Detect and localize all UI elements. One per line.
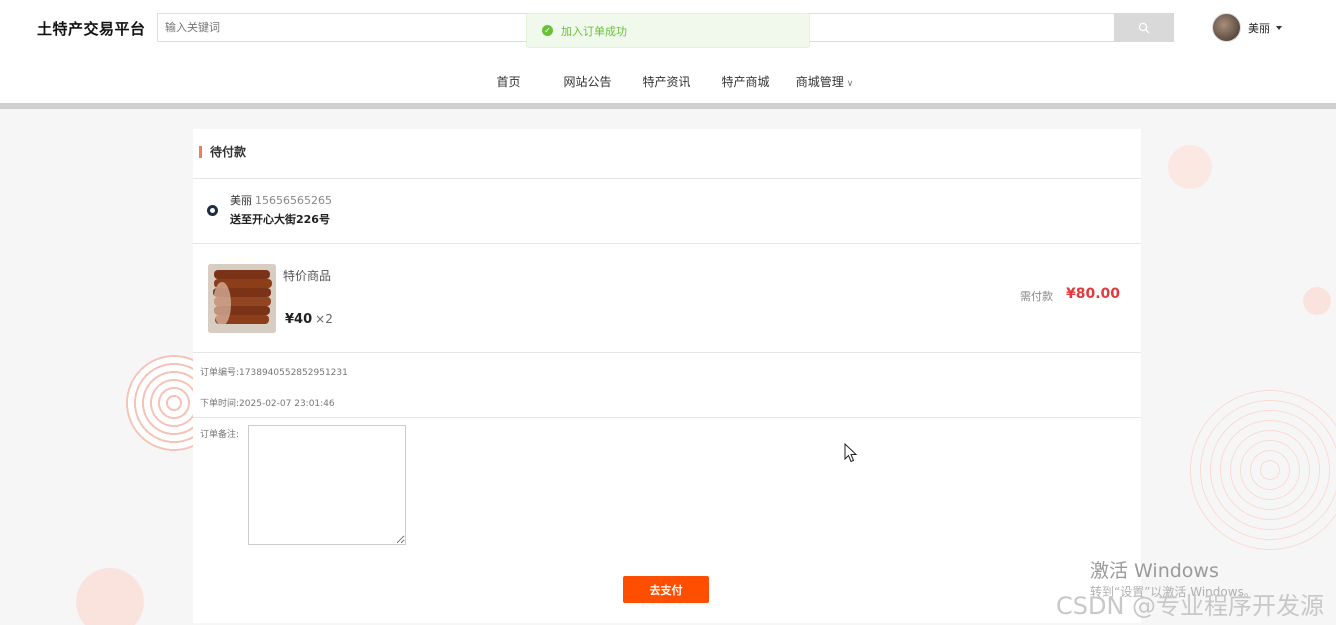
user-name[interactable]: 美丽 — [1248, 20, 1270, 36]
avatar[interactable] — [1212, 13, 1241, 42]
product-image[interactable] — [208, 264, 276, 333]
order-time: 下单时间:2025-02-07 23:01:46 — [200, 396, 335, 409]
mouse-cursor-icon — [844, 443, 858, 463]
order-status-title: 待付款 — [199, 146, 246, 158]
pay-amount: ¥80.00 — [1066, 286, 1121, 302]
order-card: 待付款 美丽 15656565265 送至开心大街226号 特价商品 ¥40 ×2 … — [193, 129, 1141, 623]
user-menu[interactable]: 美丽 — [1212, 13, 1282, 42]
order-time-label: 下单时间: — [200, 399, 240, 409]
caret-down-icon[interactable] — [1276, 25, 1282, 30]
nav-item-label: 网站公告 — [563, 75, 612, 89]
shipping-address: 送至开心大街226号 — [230, 213, 330, 226]
pay-label: 需付款 — [1020, 290, 1053, 303]
divider — [193, 417, 1141, 418]
recipient-info: 美丽 15656565265 — [230, 192, 332, 208]
success-toast: ✓ 加入订单成功 — [526, 13, 810, 48]
divider — [193, 178, 1141, 179]
recipient-phone: 15656565265 — [255, 194, 332, 207]
search-icon — [1138, 22, 1150, 33]
bg-circle-decoration — [1168, 145, 1212, 189]
activate-windows-title: 激活 Windows — [1090, 560, 1219, 582]
unit-price: ¥40 — [285, 312, 313, 327]
site-brand[interactable]: 土特产交易平台 — [37, 18, 146, 39]
order-number-label: 订单编号: — [200, 368, 240, 378]
order-number-value: 1738940552852951231 — [239, 368, 348, 378]
bg-circle-decoration — [1303, 287, 1331, 315]
search-button[interactable] — [1114, 13, 1174, 42]
recipient-name: 美丽 — [230, 194, 252, 207]
order-number: 订单编号:1738940552852951231 — [200, 365, 348, 378]
product-name[interactable]: 特价商品 — [283, 267, 331, 284]
csdn-watermark: CSDN @专业程序开发源 — [1056, 592, 1325, 620]
nav-item-label: 特产商城 — [721, 75, 770, 89]
header-divider — [0, 103, 1336, 109]
go-pay-button[interactable]: 去支付 — [623, 576, 709, 603]
location-pin-icon — [207, 205, 218, 216]
bg-rings-decoration — [1185, 385, 1336, 555]
order-time-value: 2025-02-07 23:01:46 — [239, 399, 335, 409]
bg-circle-decoration — [76, 568, 144, 625]
toast-message: 加入订单成功 — [561, 24, 627, 38]
nav-item-label: 特产资讯 — [642, 75, 691, 89]
divider — [193, 243, 1141, 244]
divider — [193, 352, 1141, 353]
product-photo-graphic — [208, 264, 276, 333]
nav-item-label: 商城管理 — [795, 75, 844, 89]
chevron-down-icon: ∨ — [846, 79, 854, 89]
nav-item-label: 首页 — [496, 75, 521, 89]
quantity: ×2 — [315, 312, 333, 326]
product-price: ¥40 ×2 — [285, 312, 333, 327]
remark-label: 订单备注: — [200, 430, 240, 440]
remark-textarea[interactable] — [248, 425, 406, 545]
check-circle-icon: ✓ — [542, 25, 553, 36]
